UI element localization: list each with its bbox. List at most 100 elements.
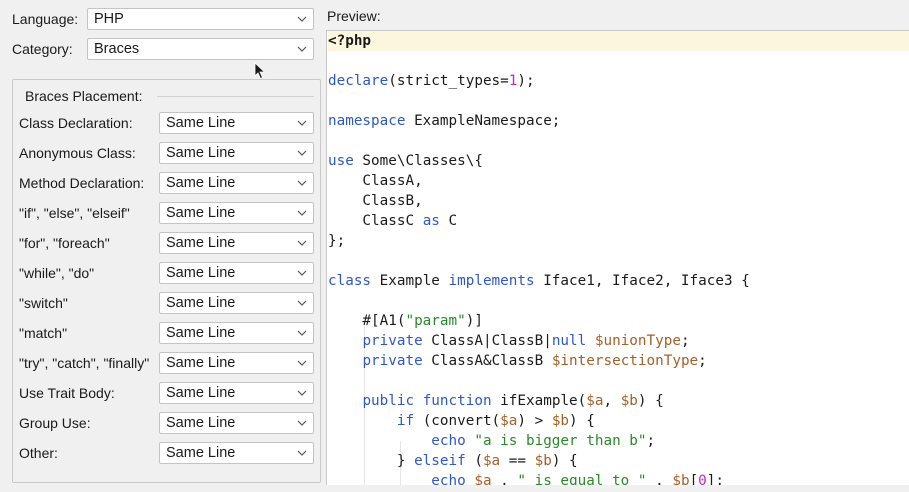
code-line: };: [328, 231, 909, 251]
code-token: $a: [474, 473, 492, 485]
brace-option-value: Same Line: [166, 115, 236, 131]
brace-option-label: "match": [19, 325, 68, 341]
brace-option-value: Same Line: [166, 235, 236, 251]
brace-option-value: Same Line: [166, 415, 236, 431]
code-line: } elseif ($a == $b) {: [328, 451, 909, 471]
chevron-down-icon: [297, 240, 307, 246]
code-token: (convert(: [414, 413, 501, 429]
code-token: ;: [646, 433, 656, 449]
code-token: 0: [698, 473, 707, 485]
language-label: Language:: [12, 11, 79, 27]
code-token: ;: [698, 353, 707, 369]
code-token: };: [328, 233, 346, 249]
code-token: private: [362, 353, 423, 369]
code-token: class: [328, 273, 372, 289]
mouse-pointer-icon: [254, 62, 266, 80]
code-token: .: [491, 473, 518, 485]
brace-option-select[interactable]: Same Line: [159, 292, 314, 314]
code-token: <?php: [328, 33, 372, 49]
code-token: Iface1, Iface2, Iface3 {: [534, 273, 750, 289]
chevron-down-icon: [297, 210, 307, 216]
brace-option-select[interactable]: Same Line: [159, 382, 314, 404]
category-select-value: Braces: [94, 41, 140, 57]
code-line: use Some\Classes\{: [328, 151, 909, 171]
code-token: ClassB,: [328, 193, 423, 209]
code-token: .: [646, 473, 673, 485]
braces-placement-title: Braces Placement:: [25, 87, 147, 105]
chevron-down-icon: [297, 46, 307, 52]
chevron-down-icon: [297, 450, 307, 456]
brace-option-value: Same Line: [166, 445, 236, 461]
chevron-down-icon: [297, 270, 307, 276]
code-token: C: [439, 213, 458, 229]
brace-option-label: Group Use:: [19, 415, 91, 431]
category-select[interactable]: Braces: [87, 38, 314, 60]
brace-option-select[interactable]: Same Line: [159, 202, 314, 224]
code-token: $a: [482, 453, 501, 469]
code-token: ) {: [637, 393, 664, 409]
brace-option-select[interactable]: Same Line: [159, 442, 314, 464]
code-token: $b: [551, 413, 570, 429]
brace-option-label: "try", "catch", "finally": [19, 355, 150, 371]
code-token: $a: [586, 393, 604, 409]
code-line: class Example implements Iface1, Iface2,…: [328, 271, 909, 291]
code-preview[interactable]: <?php declare(strict_types=1); namespace E…: [326, 30, 909, 485]
brace-option-select[interactable]: Same Line: [159, 142, 314, 164]
brace-option-label: Method Declaration:: [19, 175, 145, 191]
code-token: [: [689, 473, 699, 485]
code-token: ];: [706, 473, 724, 485]
brace-option-value: Same Line: [166, 205, 236, 221]
brace-option-select[interactable]: Same Line: [159, 352, 314, 374]
code-token: " is equal to ": [517, 473, 647, 485]
brace-option-label: Use Trait Body:: [19, 385, 115, 401]
code-token: "a is bigger than b": [474, 433, 647, 449]
code-line: public function ifExample($a, $b) {: [328, 391, 909, 411]
language-select[interactable]: PHP: [87, 8, 314, 30]
brace-option-select[interactable]: Same Line: [159, 322, 314, 344]
chevron-down-icon: [297, 330, 307, 336]
chevron-down-icon: [297, 120, 307, 126]
brace-option-label: "for", "foreach": [19, 235, 110, 251]
code-token: if: [396, 413, 415, 429]
code-token: ExampleNamespace;: [405, 113, 561, 129]
code-token: (: [465, 453, 483, 469]
code-token: Some\Classes\{: [353, 153, 483, 169]
code-token: use: [328, 153, 354, 169]
code-line: private ClassA&ClassB $intersectionType;: [328, 351, 909, 371]
code-token: $intersectionType: [551, 353, 699, 369]
chevron-down-icon: [297, 16, 307, 22]
code-token: }: [328, 453, 415, 469]
group-title-divider: [157, 96, 314, 97]
code-token: Example: [371, 273, 449, 289]
chevron-down-icon: [297, 390, 307, 396]
code-line: private ClassA|ClassB|null $unionType;: [328, 331, 909, 351]
brace-option-select[interactable]: Same Line: [159, 172, 314, 194]
brace-option-value: Same Line: [166, 295, 236, 311]
code-token: public: [362, 393, 415, 409]
code-token: )]: [465, 313, 483, 329]
code-token: "param": [405, 313, 466, 329]
brace-option-select[interactable]: Same Line: [159, 412, 314, 434]
code-token: );: [517, 73, 535, 89]
code-line: ClassC as C: [328, 211, 909, 231]
brace-option-select[interactable]: Same Line: [159, 262, 314, 284]
brace-option-label: "switch": [19, 295, 68, 311]
code-line: #[A1("param")]: [328, 311, 909, 331]
brace-option-select[interactable]: Same Line: [159, 112, 314, 134]
code-token: $b: [672, 473, 690, 485]
brace-option-value: Same Line: [166, 265, 236, 281]
chevron-down-icon: [297, 360, 307, 366]
brace-option-value: Same Line: [166, 325, 236, 341]
brace-option-label: "if", "else", "elseif": [19, 205, 130, 221]
brace-option-select[interactable]: Same Line: [159, 232, 314, 254]
brace-option-label: Class Declaration:: [19, 115, 133, 131]
chevron-down-icon: [297, 300, 307, 306]
